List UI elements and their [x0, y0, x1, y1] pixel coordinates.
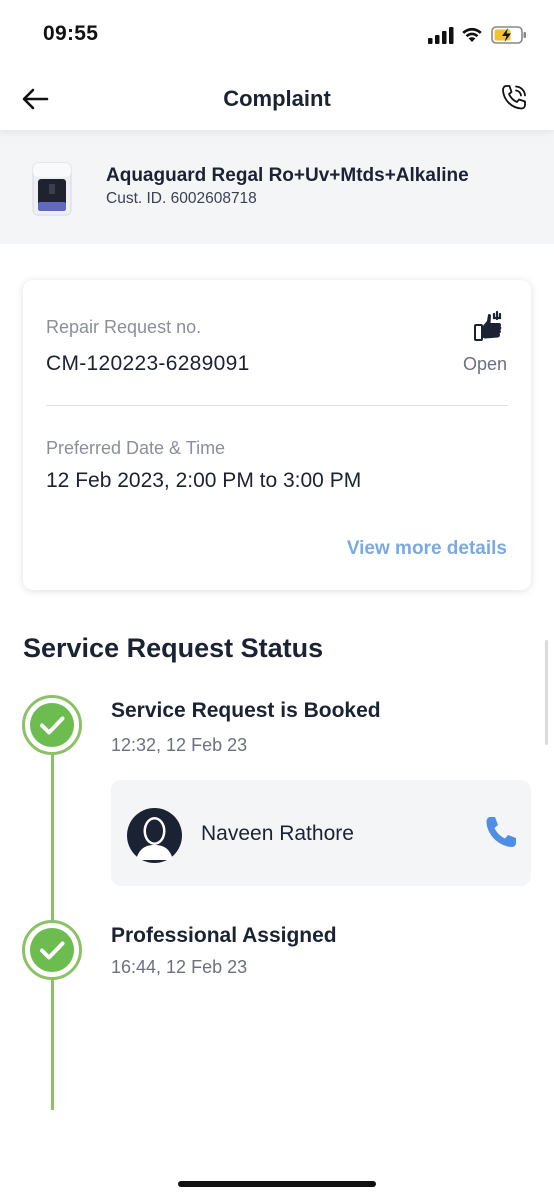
repair-request-number: CM-120223-6289091	[46, 352, 250, 375]
step-assigned-time: 16:44, 12 Feb 23	[111, 957, 248, 977]
step-assigned-title: Professional Assigned	[111, 924, 337, 947]
app-header: Complaint	[0, 70, 554, 130]
home-indicator[interactable]	[178, 1181, 376, 1187]
check-circle-icon	[22, 695, 82, 755]
wifi-icon	[462, 27, 482, 42]
step-booked-title: Service Request is Booked	[111, 699, 381, 722]
request-status: Open	[462, 354, 507, 374]
status-time: 09:55	[43, 22, 99, 45]
product-name: Aquaguard Regal Ro+Uv+Mtds+Alkaline	[106, 165, 469, 186]
check-circle-icon	[22, 920, 82, 980]
product-summary: Aquaguard Regal Ro+Uv+Mtds+Alkaline Cust…	[0, 130, 554, 244]
preferred-datetime-value: 12 Feb 2023, 2:00 PM to 3:00 PM	[46, 469, 362, 492]
view-more-details-link[interactable]: View more details	[347, 538, 507, 560]
step-booked-time: 12:32, 12 Feb 23	[111, 735, 248, 755]
repair-request-label: Repair Request no.	[46, 317, 202, 337]
preferred-datetime-label: Preferred Date & Time	[46, 438, 226, 458]
repair-thumbs-up-icon	[474, 310, 502, 341]
service-status-heading: Service Request Status	[23, 633, 324, 663]
cellular-signal-icon	[428, 27, 454, 44]
battery-charging-icon	[491, 26, 526, 44]
call-professional-button[interactable]	[481, 812, 521, 852]
scrollbar[interactable]	[545, 640, 548, 745]
avatar-icon	[127, 808, 182, 863]
professional-card: Naveen Rathore	[111, 780, 531, 886]
card-divider	[46, 405, 508, 406]
professional-name: Naveen Rathore	[201, 822, 354, 845]
repair-request-card: Repair Request no. CM-120223-6289091 Ope…	[23, 280, 531, 590]
page-title: Complaint	[223, 86, 331, 111]
status-bar: 09:55	[0, 0, 554, 70]
water-purifier-image	[32, 162, 72, 216]
customer-id: Cust. ID. 6002608718	[106, 190, 257, 207]
phone-call-icon	[502, 85, 526, 110]
phone-icon	[486, 817, 516, 847]
call-support-button[interactable]	[496, 80, 532, 116]
